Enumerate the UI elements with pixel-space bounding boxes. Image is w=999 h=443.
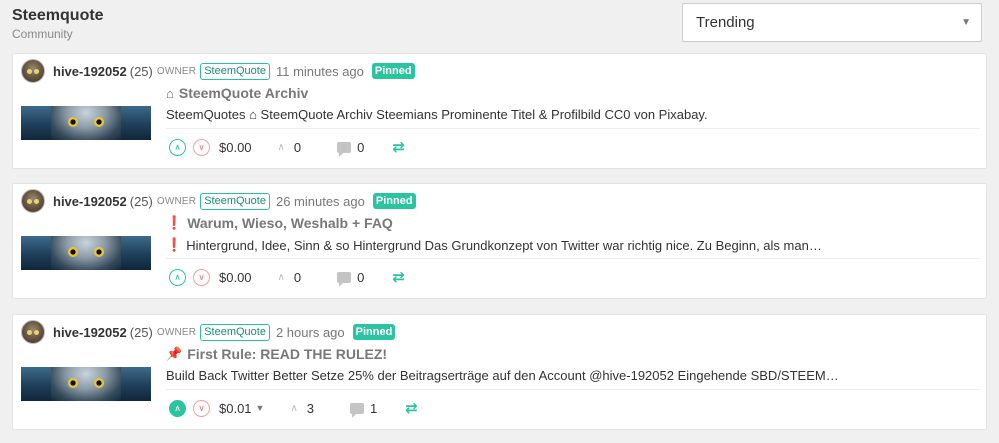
community-subtitle: Community bbox=[12, 27, 73, 41]
author-role: OWNER bbox=[156, 326, 197, 338]
upvote-button[interactable]: ∧ bbox=[169, 268, 186, 286]
upvote-button[interactable]: ∧ bbox=[169, 138, 186, 156]
upvote-button[interactable]: ∧ bbox=[169, 399, 186, 417]
post-time[interactable]: 26 minutes ago bbox=[276, 194, 365, 209]
post-summary-text: Hintergrund, Idee, Sinn & so Hintergrund… bbox=[186, 237, 822, 253]
post-title-link[interactable]: ⌂ SteemQuote Archiv bbox=[166, 85, 308, 101]
pinned-badge: Pinned bbox=[371, 63, 415, 79]
post-summary[interactable]: ❗ Hintergrund, Idee, Sinn & so Hintergru… bbox=[166, 237, 978, 253]
post-title-link[interactable]: 📌 First Rule: READ THE RULEZ! bbox=[166, 346, 387, 362]
chevron-down-icon: ▼ bbox=[961, 17, 971, 28]
exclamation-icon: ❗ bbox=[166, 237, 183, 252]
comment-count-value: 1 bbox=[370, 400, 378, 416]
community-title: Steemquote bbox=[12, 7, 104, 24]
post-actions: ∧ ∨ $0.00 ∧ 0 0 ⇄ bbox=[169, 267, 405, 287]
post-header: hive-192052 (25) OWNER SteemQuote 2 hour… bbox=[21, 320, 396, 344]
comment-count[interactable]: 1 bbox=[350, 400, 378, 418]
post-thumbnail[interactable] bbox=[21, 236, 151, 270]
author-role: OWNER bbox=[156, 195, 197, 207]
community-tag[interactable]: SteemQuote bbox=[200, 192, 270, 210]
house-icon: ⌂ bbox=[166, 85, 174, 101]
payout-value[interactable]: $0.00 bbox=[219, 140, 252, 155]
post-actions: ∧ ∨ $0.01 ▼ ∧ 3 1 ⇄ bbox=[169, 398, 418, 418]
author-role: OWNER bbox=[156, 65, 197, 77]
pinned-badge: Pinned bbox=[352, 324, 396, 340]
community-tag[interactable]: SteemQuote bbox=[200, 62, 270, 80]
vote-count[interactable]: ∧ 3 bbox=[290, 401, 314, 416]
post-actions: ∧ ∨ $0.00 ∧ 0 0 ⇄ bbox=[169, 137, 405, 157]
author-link[interactable]: hive-192052 bbox=[53, 325, 127, 340]
reblog-icon[interactable]: ⇄ bbox=[405, 399, 418, 417]
post-card: hive-192052 (25) OWNER SteemQuote 2 hour… bbox=[12, 314, 987, 430]
comment-count[interactable]: 0 bbox=[337, 269, 365, 287]
post-thumbnail[interactable] bbox=[21, 106, 151, 140]
sort-dropdown[interactable]: Trending ▼ bbox=[682, 3, 982, 42]
vote-count[interactable]: ∧ 0 bbox=[278, 140, 302, 155]
post-header: hive-192052 (25) OWNER SteemQuote 26 min… bbox=[21, 189, 416, 213]
vote-caret-icon: ∧ bbox=[290, 402, 298, 414]
post-summary[interactable]: Build Back Twitter Better Setze 25% der … bbox=[166, 368, 978, 383]
reblog-icon[interactable]: ⇄ bbox=[392, 268, 405, 286]
downvote-button[interactable]: ∨ bbox=[193, 268, 210, 286]
post-title: Warum, Wieso, Weshalb + FAQ bbox=[187, 215, 393, 231]
author-link[interactable]: hive-192052 bbox=[53, 194, 127, 209]
post-title: SteemQuote Archiv bbox=[178, 85, 309, 101]
payout-value[interactable]: $0.01 bbox=[219, 401, 252, 416]
post-title-link[interactable]: ❗ Warum, Wieso, Weshalb + FAQ bbox=[166, 215, 393, 231]
avatar[interactable] bbox=[21, 320, 45, 344]
author-link[interactable]: hive-192052 bbox=[53, 64, 127, 79]
exclamation-icon: ❗ bbox=[166, 215, 183, 230]
vote-count-value: 0 bbox=[293, 139, 302, 155]
vote-count[interactable]: ∧ 0 bbox=[278, 270, 302, 285]
reblog-icon[interactable]: ⇄ bbox=[392, 138, 405, 156]
post-thumbnail[interactable] bbox=[21, 367, 151, 401]
comment-count[interactable]: 0 bbox=[337, 139, 365, 157]
chevron-down-icon[interactable]: ▼ bbox=[256, 403, 265, 413]
post-title: First Rule: READ THE RULEZ! bbox=[187, 346, 388, 362]
author-reputation: (25) bbox=[129, 63, 153, 79]
avatar[interactable] bbox=[21, 189, 45, 213]
downvote-button[interactable]: ∨ bbox=[193, 399, 210, 417]
author-reputation: (25) bbox=[129, 324, 153, 340]
post-time[interactable]: 11 minutes ago bbox=[276, 64, 364, 79]
comment-icon bbox=[337, 141, 352, 157]
avatar[interactable] bbox=[21, 59, 45, 83]
post-time[interactable]: 2 hours ago bbox=[276, 325, 345, 340]
pushpin-icon: 📌 bbox=[166, 346, 183, 361]
sort-selected-value: Trending bbox=[696, 14, 755, 31]
divider bbox=[166, 258, 980, 259]
comment-icon bbox=[350, 402, 365, 418]
comment-count-value: 0 bbox=[357, 269, 365, 285]
pinned-badge: Pinned bbox=[372, 193, 416, 209]
post-summary[interactable]: SteemQuotes ⌂ SteemQuote Archiv Steemian… bbox=[166, 107, 978, 122]
post-header: hive-192052 (25) OWNER SteemQuote 11 min… bbox=[21, 59, 415, 83]
author-reputation: (25) bbox=[129, 193, 153, 209]
vote-count-value: 0 bbox=[293, 269, 302, 285]
post-card: hive-192052 (25) OWNER SteemQuote 11 min… bbox=[12, 53, 987, 169]
post-card: hive-192052 (25) OWNER SteemQuote 26 min… bbox=[12, 183, 987, 299]
comment-icon bbox=[337, 271, 352, 287]
divider bbox=[166, 128, 980, 129]
divider bbox=[166, 389, 980, 390]
downvote-button[interactable]: ∨ bbox=[193, 138, 210, 156]
vote-caret-icon: ∧ bbox=[277, 271, 285, 283]
community-tag[interactable]: SteemQuote bbox=[200, 323, 270, 341]
vote-count-value: 3 bbox=[306, 400, 315, 416]
community-header: Steemquote Community bbox=[12, 7, 104, 42]
payout-value[interactable]: $0.00 bbox=[219, 270, 252, 285]
vote-caret-icon: ∧ bbox=[277, 141, 285, 153]
comment-count-value: 0 bbox=[357, 139, 365, 155]
